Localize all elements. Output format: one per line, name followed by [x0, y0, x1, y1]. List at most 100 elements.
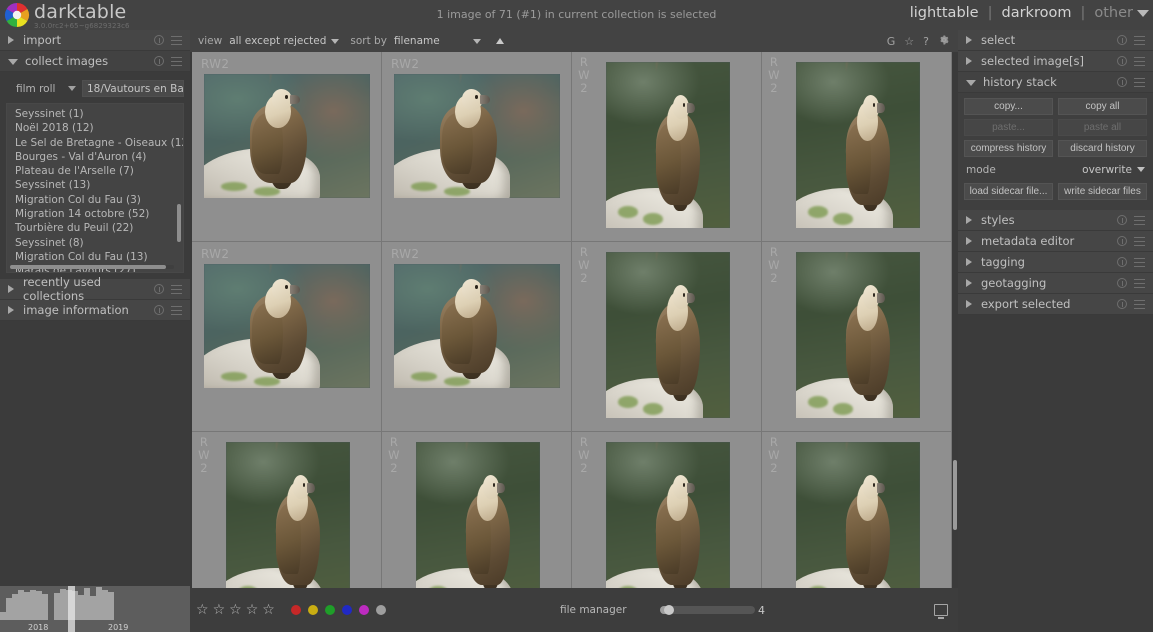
chevron-down-icon[interactable]: [68, 86, 76, 91]
info-icon[interactable]: [154, 284, 164, 294]
menu-icon[interactable]: [171, 285, 182, 294]
thumbnail-cell[interactable]: RW2: [192, 432, 382, 588]
film-roll-item[interactable]: Tourbière du Peuil (22): [7, 221, 183, 235]
sort-by-value[interactable]: filename: [394, 35, 440, 47]
sidebar-item-geotagging[interactable]: geotagging: [958, 273, 1153, 294]
info-icon[interactable]: [1117, 35, 1127, 45]
menu-icon[interactable]: [1134, 36, 1145, 45]
info-icon[interactable]: [1117, 77, 1127, 87]
timeline-marker[interactable]: [68, 586, 75, 632]
film-roll-item[interactable]: Migration 14 octobre (52): [7, 207, 183, 221]
menu-icon[interactable]: [1134, 57, 1145, 66]
menu-icon[interactable]: [1134, 300, 1145, 309]
sidebar-item-export-selected[interactable]: export selected: [958, 294, 1153, 315]
sidebar-item-import[interactable]: import: [0, 30, 190, 51]
chevron-down-icon[interactable]: [1137, 10, 1149, 17]
collect-criteria-label[interactable]: film roll: [6, 83, 68, 95]
rating-star-2[interactable]: ☆: [213, 603, 226, 617]
write-sidecar-files-button[interactable]: write sidecar files: [1058, 183, 1147, 200]
menu-icon[interactable]: [1134, 279, 1145, 288]
sidebar-item-metadata-editor[interactable]: metadata editor: [958, 231, 1153, 252]
view-filter-value[interactable]: all except rejected: [229, 35, 326, 47]
grouping-icon[interactable]: G: [887, 36, 896, 47]
thumbnail-cell[interactable]: RW2: [762, 242, 952, 432]
color-label-purple[interactable]: [359, 605, 369, 615]
sidebar-item-recently-used-collections[interactable]: recently used collections: [0, 279, 190, 300]
thumbnail-cell[interactable]: RW2: [382, 52, 572, 242]
sort-ascending-icon[interactable]: [496, 38, 504, 44]
grid-scrollbar-thumb[interactable]: [953, 460, 957, 530]
thumbnail-image[interactable]: [226, 442, 350, 588]
thumbnail-cell[interactable]: RW2: [762, 52, 952, 242]
view-other[interactable]: other: [1094, 5, 1133, 21]
film-roll-item[interactable]: Migration Col du Fau (13): [7, 250, 183, 264]
info-icon[interactable]: [1117, 56, 1127, 66]
thumbnail-image[interactable]: [796, 62, 920, 228]
zoom-level-value[interactable]: 4: [758, 604, 765, 617]
mode-value[interactable]: overwrite: [1082, 164, 1145, 176]
view-darkroom[interactable]: darkroom: [1002, 5, 1072, 21]
copy-all-button[interactable]: copy all: [1058, 98, 1147, 115]
sidebar-item-tagging[interactable]: tagging: [958, 252, 1153, 273]
view-lighttable[interactable]: lighttable: [910, 5, 979, 21]
zoom-slider-knob[interactable]: [664, 605, 674, 615]
menu-icon[interactable]: [171, 57, 182, 66]
copy-button[interactable]: copy...: [964, 98, 1053, 115]
info-icon[interactable]: [154, 35, 164, 45]
color-label-yellow[interactable]: [308, 605, 318, 615]
info-icon[interactable]: [154, 56, 164, 66]
film-roll-list[interactable]: Seyssinet (1)Noël 2018 (12)Le Sel de Bre…: [6, 103, 184, 273]
color-label-green[interactable]: [325, 605, 335, 615]
thumbnail-cell[interactable]: RW2: [192, 242, 382, 432]
info-icon[interactable]: [1117, 215, 1127, 225]
discard-history-button[interactable]: discard history: [1058, 140, 1147, 157]
vertical-scrollbar[interactable]: [177, 204, 181, 242]
thumbnail-grid-area[interactable]: RW2RW2RW2RW2RW2RW2RW2RW2RW2RW2RW2RW2: [192, 52, 952, 588]
info-icon[interactable]: [1117, 257, 1127, 267]
rating-star-5[interactable]: ☆: [262, 603, 275, 617]
load-sidecar-file-button[interactable]: load sidecar file...: [964, 183, 1053, 200]
gear-icon[interactable]: [938, 34, 950, 48]
color-label-gray[interactable]: [376, 605, 386, 615]
thumbnail-image[interactable]: [204, 264, 370, 388]
compress-history-button[interactable]: compress history: [964, 140, 1053, 157]
rating-star-1[interactable]: ☆: [196, 603, 209, 617]
paste-all-button[interactable]: paste all: [1058, 119, 1147, 136]
collect-criteria-value[interactable]: 18/Vautours en Baronnies: [82, 80, 184, 97]
thumbnail-image[interactable]: [606, 442, 730, 588]
thumbnail-cell[interactable]: RW2: [572, 52, 762, 242]
overlays-star-icon[interactable]: ☆: [904, 36, 914, 47]
zoom-level-slider[interactable]: [660, 606, 755, 614]
horizontal-scrollbar[interactable]: [10, 265, 166, 269]
thumbnail-cell[interactable]: RW2: [192, 52, 382, 242]
monitor-icon[interactable]: [934, 604, 948, 616]
info-icon[interactable]: [154, 305, 164, 315]
thumbnail-cell[interactable]: RW2: [382, 432, 572, 588]
thumbnail-image[interactable]: [796, 442, 920, 588]
menu-icon[interactable]: [171, 306, 182, 315]
thumbnail-image[interactable]: [606, 62, 730, 228]
rating-star-3[interactable]: ☆: [229, 603, 242, 617]
menu-icon[interactable]: [1134, 216, 1145, 225]
info-icon[interactable]: [1117, 299, 1127, 309]
menu-icon[interactable]: [1134, 237, 1145, 246]
thumbnail-cell[interactable]: RW2: [572, 242, 762, 432]
menu-icon[interactable]: [1134, 78, 1145, 87]
chevron-down-icon[interactable]: [473, 39, 481, 44]
film-roll-item[interactable]: Le Sel de Bretagne - Oiseaux (12): [7, 136, 183, 150]
sidebar-item-history-stack[interactable]: history stack: [958, 72, 1153, 93]
sidebar-item-selected-images[interactable]: selected image[s]: [958, 51, 1153, 72]
film-roll-item[interactable]: Seyssinet (1): [7, 107, 183, 121]
sidebar-item-image-information[interactable]: image information: [0, 300, 190, 321]
thumbnail-cell[interactable]: RW2: [572, 432, 762, 588]
thumbnail-image[interactable]: [394, 74, 560, 198]
thumbnail-image[interactable]: [606, 252, 730, 418]
thumbnail-image[interactable]: [796, 252, 920, 418]
film-roll-item[interactable]: Seyssinet (8): [7, 236, 183, 250]
thumbnail-image[interactable]: [416, 442, 540, 588]
thumbnail-cell[interactable]: RW2: [382, 242, 572, 432]
film-roll-item[interactable]: Bourges - Val d'Auron (4): [7, 150, 183, 164]
timeline-histogram[interactable]: 2018 2019: [0, 586, 190, 632]
color-label-blue[interactable]: [342, 605, 352, 615]
sidebar-item-collect-images[interactable]: collect images: [0, 51, 190, 72]
